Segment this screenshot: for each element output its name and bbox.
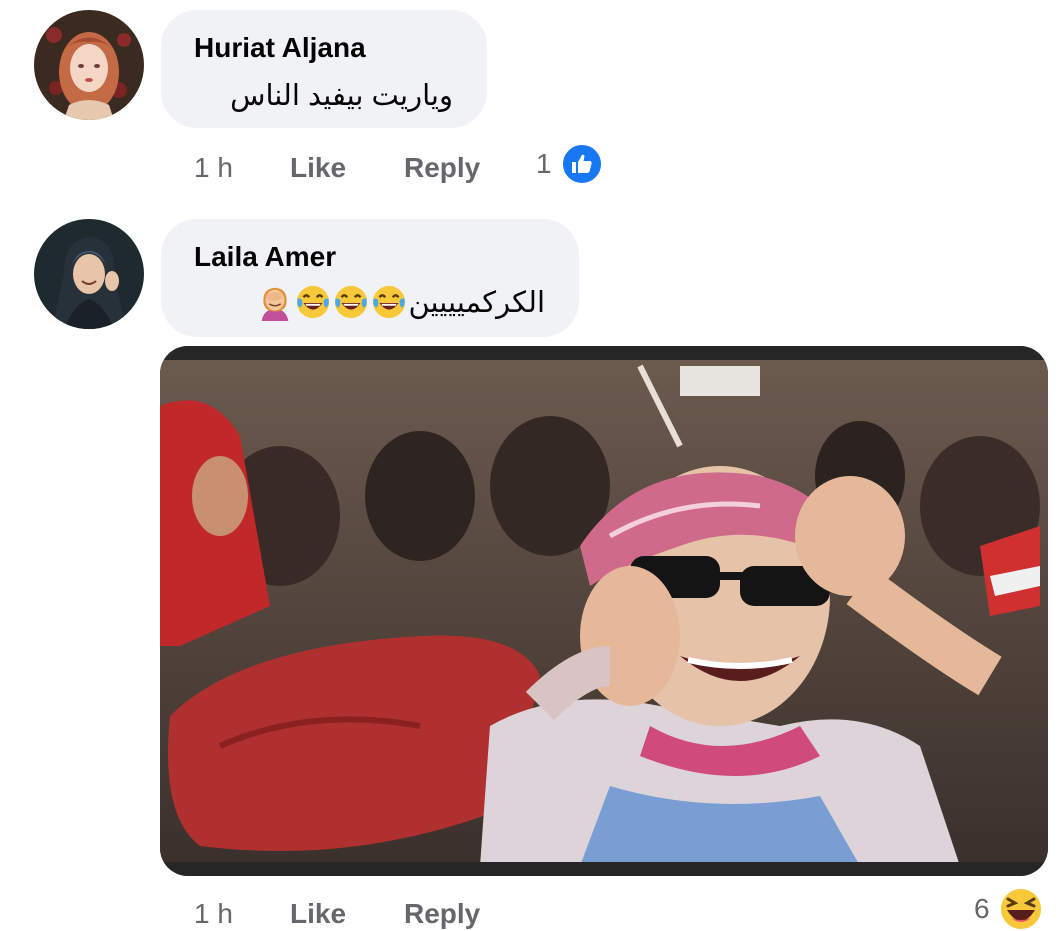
like-button[interactable]: Like: [290, 152, 346, 184]
reply-button[interactable]: Reply: [404, 898, 480, 930]
reaction-count: 1: [536, 148, 552, 179]
face-with-tears-of-joy-icon: [297, 285, 330, 319]
comment-author[interactable]: Laila Amer: [194, 241, 336, 273]
face-with-tears-of-joy-icon: [373, 285, 406, 319]
haha-icon: [998, 887, 1043, 931]
comment-bubble: Laila Amer الكركميييين: [161, 219, 579, 337]
comment-attached-image[interactable]: [160, 346, 1048, 876]
avatar-image: [34, 10, 144, 120]
meme-photo: [160, 346, 1048, 876]
like-button[interactable]: Like: [290, 898, 346, 930]
face-with-tears-of-joy-icon: [335, 285, 368, 319]
comment-thread: Huriat Aljana وياريت بيفيد الناس 1 h Lik…: [0, 0, 1063, 931]
avatar-image: [34, 219, 144, 329]
reaction-count: 6: [974, 893, 990, 924]
comment-timestamp[interactable]: 1 h: [194, 898, 233, 930]
avatar-huriat-aljana[interactable]: [34, 10, 144, 120]
avatar-laila-amer[interactable]: [34, 219, 144, 329]
reaction-summary[interactable]: 6: [974, 886, 1044, 931]
comment-actions: 1 h Like Reply: [0, 894, 700, 931]
comment-text: الكركميييين: [408, 286, 545, 319]
comment-text-row: الكركميييين: [256, 283, 545, 321]
comment-author[interactable]: Huriat Aljana: [194, 32, 366, 64]
like-icon: [559, 142, 604, 186]
reaction-summary[interactable]: 1: [536, 142, 604, 186]
reply-button[interactable]: Reply: [404, 152, 480, 184]
comment-bubble: Huriat Aljana وياريت بيفيد الناس: [161, 10, 487, 128]
woman-facepalming-icon: [262, 287, 289, 321]
comment-text: وياريت بيفيد الناس: [230, 80, 453, 112]
comment-timestamp[interactable]: 1 h: [194, 152, 233, 184]
